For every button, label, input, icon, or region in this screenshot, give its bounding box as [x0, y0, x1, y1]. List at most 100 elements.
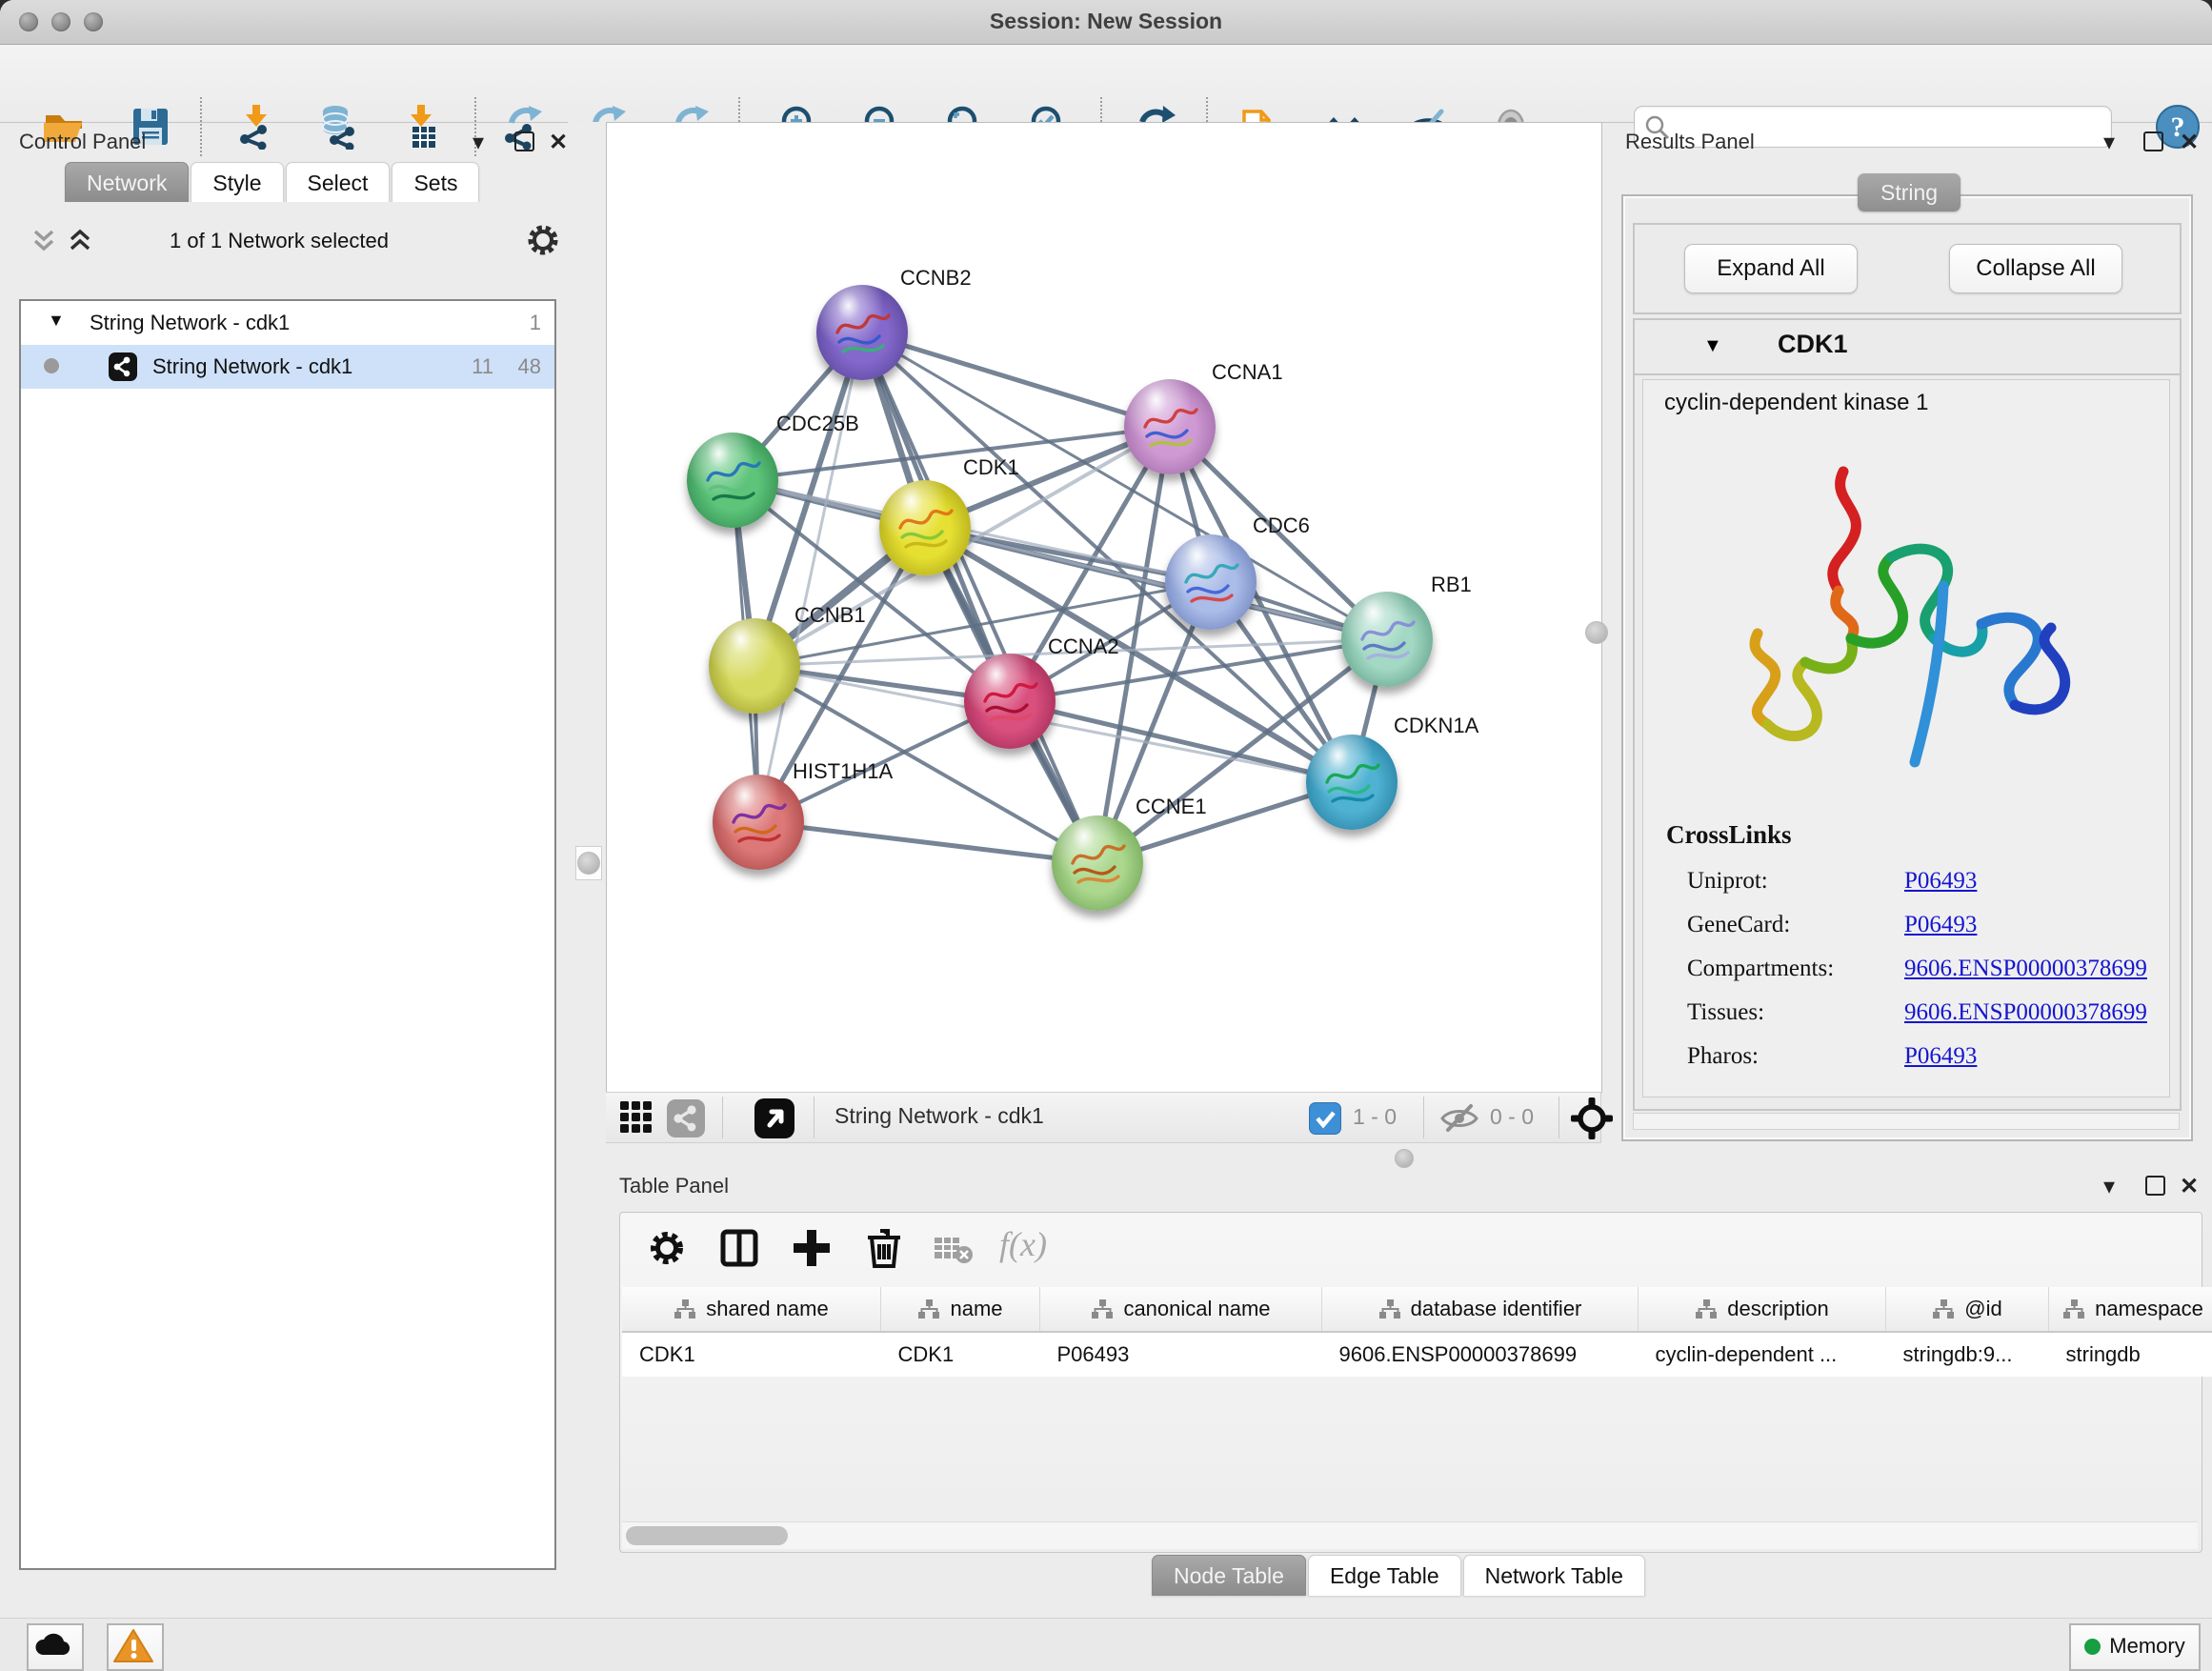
results-panel-float-icon[interactable] [2143, 131, 2163, 151]
node-label-CDK1: CDK1 [963, 455, 1019, 480]
node-label-CDKN1A: CDKN1A [1394, 714, 1478, 738]
splitter-collapse-handle[interactable] [575, 846, 602, 880]
crosshair-icon[interactable] [1570, 1097, 1614, 1140]
string-view-icon[interactable] [667, 1099, 705, 1137]
warning-button[interactable] [107, 1623, 164, 1671]
cloud-button[interactable] [27, 1623, 84, 1671]
node-CCNA1[interactable] [1124, 379, 1216, 474]
tab-select[interactable]: Select [286, 162, 391, 203]
node-CCNB1[interactable] [709, 618, 800, 714]
network-row-selected[interactable]: String Network - cdk1 11 48 [21, 345, 554, 389]
table-panel-close-icon[interactable]: ✕ [2180, 1176, 2199, 1198]
edge-CCNB2-CCNE1[interactable] [862, 332, 1097, 863]
crosslink-link[interactable]: 9606.ENSP00000378699 [1904, 956, 2147, 982]
tab-node-table[interactable]: Node Table [1152, 1555, 1306, 1596]
table-cell[interactable]: 9606.ENSP00000378699 [1322, 1332, 1639, 1377]
control-panel-close-icon[interactable]: ✕ [549, 131, 568, 154]
section-collapse-triangle-icon[interactable]: ▼ [1703, 335, 1722, 357]
main-toolbar: ? [0, 45, 2212, 123]
crosslink-link[interactable]: P06493 [1904, 1043, 1977, 1070]
results-panel-close-icon[interactable]: ✕ [2180, 131, 2199, 154]
tab-style[interactable]: Style [191, 162, 283, 203]
table-scrollbar[interactable] [622, 1521, 2198, 1549]
add-column-icon[interactable] [790, 1226, 834, 1270]
network-canvas[interactable]: CCNB2CCNA1CDC25BCDK1CDC6RB1CCNB1CCNA2CDK… [606, 122, 1602, 1093]
string-network-icon [109, 352, 137, 381]
column-header-description[interactable]: description [1639, 1287, 1886, 1332]
open-in-window-icon[interactable] [754, 1098, 794, 1138]
crosslink-label: Uniprot: [1687, 868, 1768, 894]
delete-column-icon[interactable] [862, 1226, 906, 1270]
edge-HIST1H1A-CCNE1[interactable] [758, 822, 1097, 863]
collapse-all-icon[interactable] [30, 229, 59, 255]
results-scrollbar[interactable] [1633, 1113, 2180, 1130]
gene-section-header[interactable]: ▼ CDK1 [1635, 320, 2180, 375]
edge-CCNB2-HIST1H1A[interactable] [758, 332, 862, 822]
node-CDC6[interactable] [1165, 534, 1257, 630]
network-view-toolbar: String Network - cdk1 1 - 0 0 - 0 [606, 1092, 1601, 1143]
table-gear-icon[interactable] [645, 1226, 689, 1270]
crosslink-row: Tissues: 9606.ENSP00000378699 [1687, 999, 2144, 1026]
network-list: ▼ String Network - cdk1 1 String Network… [19, 299, 556, 1570]
birds-eye-grid-icon[interactable] [619, 1100, 655, 1137]
table-cell[interactable]: CDK1 [622, 1332, 881, 1377]
network-collection-label: String Network - cdk1 [90, 311, 290, 335]
table-panel: Table Panel ▾ ✕ f(x) shared namenamecano… [606, 1174, 2212, 1581]
show-columns-icon[interactable] [717, 1226, 761, 1270]
tab-network-table[interactable]: Network Table [1463, 1555, 1645, 1596]
results-panel-menu-icon[interactable]: ▾ [2103, 131, 2115, 154]
node-label-CCNB2: CCNB2 [900, 266, 972, 291]
network-collection-row[interactable]: ▼ String Network - cdk1 1 [21, 301, 554, 345]
collapse-triangle-icon[interactable]: ▼ [48, 311, 65, 331]
gene-name: CDK1 [1778, 330, 1848, 359]
node-table[interactable]: shared namenamecanonical namedatabase id… [622, 1287, 2212, 1377]
node-CDK1[interactable] [879, 480, 971, 575]
tab-string[interactable]: String [1858, 173, 1961, 211]
control-panel-float-icon[interactable] [514, 131, 534, 151]
column-header-shared-name[interactable]: shared name [622, 1287, 881, 1332]
node-RB1[interactable] [1341, 592, 1433, 687]
column-header-@id[interactable]: @id [1886, 1287, 2049, 1332]
network-status-dot [44, 358, 59, 373]
table-cell[interactable]: stringdb [2049, 1332, 2212, 1377]
crosslink-link[interactable]: 9606.ENSP00000378699 [1904, 999, 2147, 1026]
window-title: Session: New Session [0, 9, 2212, 34]
table-cell[interactable]: cyclin-dependent ... [1639, 1332, 1886, 1377]
view-network-title: String Network - cdk1 [835, 1103, 1044, 1129]
gear-icon[interactable] [526, 223, 560, 257]
table-cell[interactable]: CDK1 [881, 1332, 1040, 1377]
expand-all-button[interactable]: Expand All [1684, 244, 1858, 293]
column-header-namespace[interactable]: namespace [2049, 1287, 2212, 1332]
node-CDKN1A[interactable] [1306, 735, 1398, 830]
crosslink-link[interactable]: P06493 [1904, 912, 1977, 938]
table-cell[interactable]: stringdb:9... [1886, 1332, 2049, 1377]
column-header-canonical-name[interactable]: canonical name [1040, 1287, 1322, 1332]
crosslink-label: Tissues: [1687, 999, 1764, 1025]
tab-network[interactable]: Network [65, 162, 189, 203]
table-scrollbar-thumb[interactable] [626, 1526, 788, 1545]
table-row[interactable]: CDK1CDK1P064939606.ENSP00000378699cyclin… [622, 1332, 2212, 1377]
memory-button[interactable]: Memory [2069, 1623, 2201, 1671]
collapse-all-button[interactable]: Collapse All [1949, 244, 2122, 293]
selected-checkbox-icon[interactable] [1309, 1102, 1341, 1135]
tab-edge-table[interactable]: Edge Table [1308, 1555, 1461, 1596]
horizontal-splitter-handle[interactable] [1395, 1149, 1414, 1168]
column-header-name[interactable]: name [881, 1287, 1040, 1332]
tab-sets[interactable]: Sets [392, 162, 479, 203]
edge-CCNB2-CCNA1[interactable] [862, 332, 1170, 427]
node-HIST1H1A[interactable] [713, 775, 804, 870]
node-CCNA2[interactable] [964, 654, 1056, 749]
node-CCNE1[interactable] [1052, 815, 1143, 911]
control-panel-menu-icon[interactable]: ▾ [473, 131, 484, 154]
column-header-database-identifier[interactable]: database identifier [1322, 1287, 1639, 1332]
expand-all-icon[interactable] [67, 229, 95, 255]
table-panel-menu-icon[interactable]: ▾ [2103, 1176, 2115, 1198]
node-CCNB2[interactable] [816, 285, 908, 380]
table-panel-float-icon[interactable] [2145, 1176, 2165, 1196]
node-CDC25B[interactable] [687, 433, 778, 528]
crosslink-link[interactable]: P06493 [1904, 868, 1977, 895]
fx-function-icon: f(x) [999, 1224, 1047, 1264]
crosslink-row: Uniprot: P06493 [1687, 868, 2144, 895]
table-cell[interactable]: P06493 [1040, 1332, 1322, 1377]
right-splitter-handle[interactable] [1585, 621, 1608, 644]
